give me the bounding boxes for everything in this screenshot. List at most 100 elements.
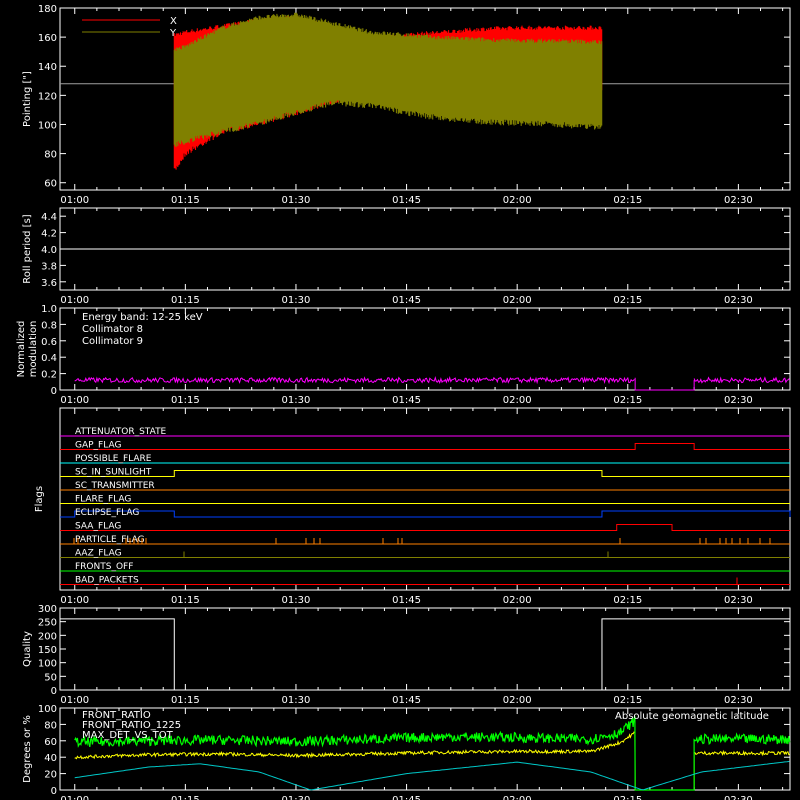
- x-tick-label: 01:30: [282, 695, 311, 706]
- x-tick-label: 02:15: [613, 695, 642, 706]
- x-tick-label: 02:30: [724, 295, 753, 306]
- y-tick-label: 3.8: [41, 261, 57, 272]
- flag-label: SAA_FLAG: [75, 522, 121, 532]
- flag-label: AAZ_FLAG: [75, 549, 122, 559]
- x-tick-label: 02:00: [503, 295, 532, 306]
- y-tick-label: 0.2: [41, 370, 57, 381]
- x-tick-label: 02:00: [503, 395, 532, 406]
- x-tick-label: 01:45: [392, 795, 421, 800]
- x-tick-label: 02:00: [503, 195, 532, 206]
- x-tick-label: 02:00: [503, 595, 532, 606]
- y-axis-label: Pointing ["]: [22, 71, 33, 127]
- y-axis-label: Quality: [22, 631, 33, 667]
- x-tick-label: 01:15: [171, 295, 200, 306]
- y-tick-label: 0.4: [41, 353, 57, 364]
- modulation-gap: [634, 377, 695, 391]
- y-tick-label: 1.0: [41, 304, 57, 315]
- y-tick-label: 100: [38, 704, 57, 715]
- flag-label: FLARE_FLAG: [75, 495, 131, 505]
- flag-line-eclipse_flag: [60, 510, 791, 518]
- x-tick-label: 02:15: [613, 795, 642, 800]
- flag-label: GAP_FLAG: [75, 441, 121, 451]
- x-tick-label: 01:00: [60, 295, 89, 306]
- x-tick-label: 01:30: [282, 195, 311, 206]
- panel-frame-4: [59, 607, 791, 691]
- quality-line: [60, 618, 790, 691]
- flag-line-gap_flag: [60, 443, 790, 450]
- y-axis-label: Degrees or %: [22, 715, 33, 783]
- ratio-series-front_ratio: [74, 731, 790, 791]
- y-tick-label: 4.0: [41, 245, 57, 256]
- x-tick-label: 02:00: [503, 695, 532, 706]
- y-tick-label: 3.6: [41, 278, 57, 289]
- x-tick-label: 02:15: [613, 295, 642, 306]
- x-tick-label: 02:15: [613, 195, 642, 206]
- x-tick-label: 01:00: [60, 395, 89, 406]
- y-tick-label: 40: [44, 753, 57, 764]
- x-tick-label: 02:00: [503, 795, 532, 800]
- y-tick-label: 100: [38, 120, 57, 131]
- x-tick-label: 01:15: [171, 595, 200, 606]
- y-tick-label: 160: [38, 33, 57, 44]
- y-tick-label: 180: [38, 4, 57, 15]
- y-tick-label: 60: [44, 737, 57, 748]
- y-tick-label: 0: [51, 686, 57, 697]
- flag-label: POSSIBLE_FLARE: [75, 454, 152, 464]
- y-tick-label: 140: [38, 62, 57, 73]
- x-tick-label: 01:45: [392, 595, 421, 606]
- legend-label: Collimator 8: [82, 324, 143, 335]
- x-tick-label: 02:15: [613, 595, 642, 606]
- flag-label: ECLIPSE_FLAG: [75, 508, 139, 518]
- x-tick-label: 02:30: [724, 595, 753, 606]
- y-tick-label: 200: [38, 631, 57, 642]
- x-tick-label: 01:00: [60, 195, 89, 206]
- qlook-figure: 01:00 01:15 01:30 01:45 02:00 02:15 02:30 60 80 1…: [0, 0, 800, 800]
- y-tick-label: 150: [38, 645, 57, 656]
- y-tick-label: 4.4: [41, 212, 57, 223]
- y-tick-label: 300: [38, 604, 57, 615]
- figure-canvas: 01:00 01:15 01:30 01:45 02:00 02:15 02:30 60 80 1…: [16, 4, 791, 800]
- x-tick-label: 02:15: [613, 395, 642, 406]
- flag-line-saa_flag: [60, 524, 790, 531]
- modulation-series: [74, 375, 635, 385]
- y-tick-label: 0.6: [41, 337, 57, 348]
- y-tick-label: 0.8: [41, 320, 57, 331]
- x-tick-label: 01:15: [171, 795, 200, 800]
- y-tick-label: 50: [44, 672, 57, 683]
- x-tick-label: 01:45: [392, 195, 421, 206]
- flag-label: FRONTS_OFF: [75, 562, 133, 572]
- y-tick-label: 100: [38, 659, 57, 670]
- y-tick-label: 80: [44, 720, 57, 731]
- x-tick-label: 01:30: [282, 295, 311, 306]
- x-tick-label: 02:30: [724, 395, 753, 406]
- y-tick-label: 0: [51, 786, 57, 797]
- y-tick-label: 60: [44, 179, 57, 190]
- ratio-series-absolute-geomagnetic-latitude: [74, 760, 790, 791]
- x-tick-label: 01:15: [171, 395, 200, 406]
- x-tick-label: 01:45: [392, 395, 421, 406]
- y-tick-label: 0: [51, 386, 57, 397]
- legend-label: Collimator 9: [82, 336, 143, 347]
- panel-frame-3: [59, 407, 791, 591]
- annotation-label: Absolute geomagnetic latitude: [615, 711, 769, 722]
- y-tick-label: 80: [44, 150, 57, 161]
- x-tick-label: 01:30: [282, 395, 311, 406]
- x-tick-label: 02:30: [724, 695, 753, 706]
- flag-label: BAD_PACKETS: [75, 576, 139, 586]
- y-tick-label: 120: [38, 91, 57, 102]
- y-tick-label: 4.2: [41, 229, 57, 240]
- x-tick-label: 01:00: [60, 695, 89, 706]
- x-tick-label: 01:30: [282, 795, 311, 800]
- x-tick-label: 01:00: [60, 595, 89, 606]
- y-axis-label: Flags: [34, 486, 45, 512]
- x-tick-label: 01:30: [282, 595, 311, 606]
- x-tick-label: 01:45: [392, 695, 421, 706]
- legend-label: Y: [169, 28, 177, 39]
- y-tick-label: 20: [44, 770, 57, 781]
- x-tick-label: 01:15: [171, 195, 200, 206]
- flag-label: SC_TRANSMITTER: [75, 481, 155, 491]
- legend-label: X: [170, 16, 177, 27]
- y-tick-label: 250: [38, 618, 57, 629]
- modulation-series: [693, 376, 790, 384]
- legend-label: MAX_DET_VS_TOT: [82, 730, 174, 741]
